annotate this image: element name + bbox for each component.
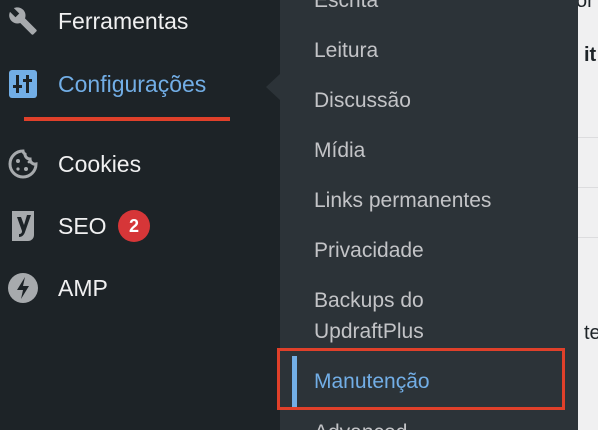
- yoast-icon: [6, 209, 40, 243]
- content-fragment: or: [578, 0, 594, 12]
- content-fragment: te: [584, 322, 598, 344]
- annotation-underline: [24, 117, 230, 121]
- page-content-edge: or it te: [578, 0, 598, 430]
- submenu-item-backups-line1[interactable]: Backups do: [314, 285, 424, 316]
- divider: [578, 237, 598, 238]
- submenu-item-leitura[interactable]: Leitura: [314, 35, 378, 66]
- submenu-item-discussao[interactable]: Discussão: [314, 85, 411, 116]
- sidebar-item-amp[interactable]: AMP: [0, 261, 270, 315]
- notification-badge: 2: [118, 210, 150, 242]
- sidebar-item-label: Ferramentas: [58, 7, 189, 34]
- amp-lightning-icon: [6, 271, 40, 305]
- annotation-highlight-box: [277, 348, 565, 410]
- sidebar-item-configuracoes[interactable]: Configurações: [0, 57, 270, 111]
- sidebar-item-seo[interactable]: SEO 2: [0, 199, 270, 253]
- submenu-item-advanced[interactable]: Advanced: [314, 417, 407, 430]
- divider: [578, 137, 598, 138]
- sidebar-item-label: AMP: [58, 274, 108, 301]
- submenu-item-midia[interactable]: Mídia: [314, 135, 365, 166]
- submenu-item-links-permanentes[interactable]: Links permanentes: [314, 185, 491, 216]
- wrench-icon: [6, 4, 40, 38]
- submenu-item-backups-line2[interactable]: UpdraftPlus: [314, 316, 424, 347]
- submenu-item-escrita[interactable]: Escrita: [314, 0, 378, 16]
- content-fragment: it: [584, 44, 597, 66]
- submenu-item-privacidade[interactable]: Privacidade: [314, 235, 424, 266]
- admin-sidebar: Ferramentas Configurações Cookies SEO 2 …: [0, 0, 270, 430]
- sidebar-item-label: Configurações: [58, 70, 207, 97]
- sidebar-item-label: Cookies: [58, 150, 142, 177]
- cookie-icon: [6, 147, 40, 181]
- settings-sliders-icon: [6, 67, 40, 101]
- sidebar-item-cookies[interactable]: Cookies: [0, 137, 270, 191]
- submenu-pointer: [266, 74, 280, 100]
- sidebar-item-label: SEO: [58, 212, 107, 239]
- sidebar-item-ferramentas[interactable]: Ferramentas: [0, 0, 270, 48]
- divider: [578, 187, 598, 188]
